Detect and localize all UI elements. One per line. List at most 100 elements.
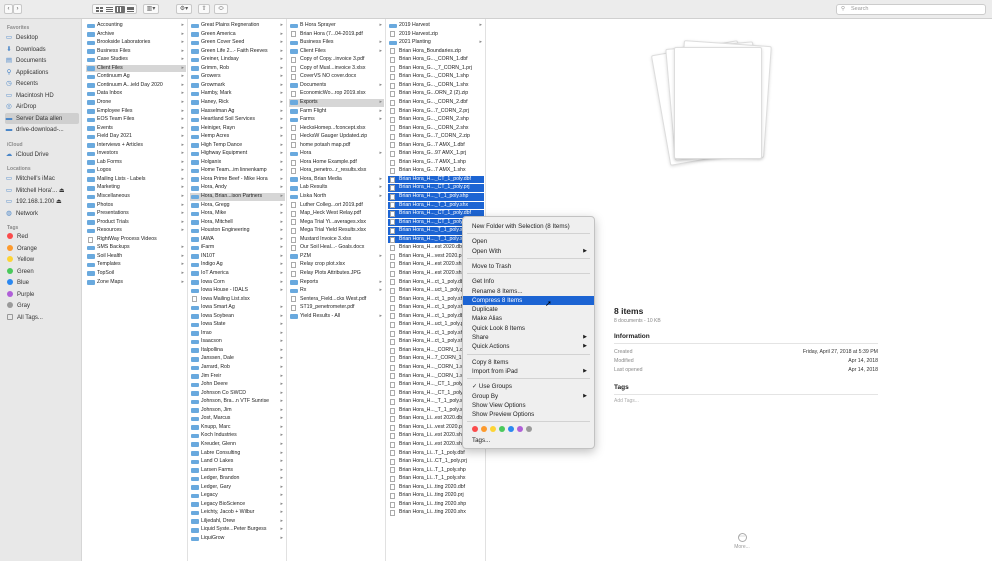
folder-row[interactable]: Farm Flight ▸: [289, 108, 384, 116]
tag-color-dot-icon[interactable]: [490, 426, 496, 433]
folder-row[interactable]: Green Cover Seed ▸: [190, 39, 285, 47]
folder-row[interactable]: Haney, Rick ▸: [190, 99, 285, 107]
folder-row[interactable]: Houston Engineering ▸: [190, 227, 285, 235]
folder-row[interactable]: Italpollina ▸: [190, 347, 285, 355]
folder-row[interactable]: Events ▸: [86, 125, 186, 133]
folder-row[interactable]: Rx ▸: [289, 287, 384, 295]
folder-row[interactable]: Knupp, Marc ▸: [190, 424, 285, 432]
file-row[interactable]: Luther Colleg...ort 2019.pdf: [289, 202, 384, 210]
menu-item-open[interactable]: Open: [463, 237, 594, 246]
folder-row[interactable]: PZM ▸: [289, 253, 384, 261]
file-row[interactable]: Brian Hora_G..._CORN_2.shp: [388, 116, 484, 124]
folder-row[interactable]: Leichty, Jacob + Wilbur ▸: [190, 509, 285, 517]
folder-row[interactable]: Resources ▸: [86, 227, 186, 235]
menu-item-show-view-options[interactable]: Show View Options: [463, 401, 594, 410]
view-mode-control[interactable]: [92, 4, 137, 14]
file-row[interactable]: Brian Hora_G...7_CORN_2.prj: [388, 108, 484, 116]
folder-row[interactable]: Isaacson ▸: [190, 338, 285, 346]
menu-item-show-preview-options[interactable]: Show Preview Options: [463, 410, 594, 419]
folder-row[interactable]: Iowa Corn ▸: [190, 279, 285, 287]
file-row[interactable]: Brian Hora_G...7 AMX_1.shp: [388, 159, 484, 167]
sidebar-item-recents[interactable]: ◷ Recents: [5, 78, 79, 89]
file-row[interactable]: Hora_penetro...r_results.xlsx: [289, 167, 384, 175]
sidebar-item-drive-download[interactable]: ▬ drive-download-...: [5, 124, 79, 135]
menu-item-import-from-ipad[interactable]: Import from iPad ▶: [463, 367, 594, 376]
file-row[interactable]: Copy of Musl...invoice 3.xlsx: [289, 65, 384, 73]
file-row[interactable]: Copy of Copy...invoice 3.pdf: [289, 56, 384, 64]
folder-row[interactable]: High Temp Dance ▸: [190, 142, 285, 150]
sidebar-item-macintosh-hd[interactable]: ▭ Macintosh HD: [5, 90, 79, 101]
sidebar-item-all-tags[interactable]: All Tags...: [5, 313, 79, 324]
file-row[interactable]: Mustard Invoice 3.xlsx: [289, 236, 384, 244]
folder-row[interactable]: Johnson, Jim ▸: [190, 407, 285, 415]
folder-row[interactable]: Janssen, Dale ▸: [190, 355, 285, 363]
folder-row[interactable]: Hamby, Mark ▸: [190, 90, 285, 98]
folder-row[interactable]: Hora, Gregg ▸: [190, 202, 285, 210]
file-row[interactable]: Brian Hora_Li...CT_1_poly.prj: [388, 458, 484, 466]
folder-row[interactable]: Hora, Mitchell ▸: [190, 219, 285, 227]
folder-row[interactable]: Hasselman Ag ▸: [190, 108, 285, 116]
folder-row[interactable]: Employee Files ▸: [86, 108, 186, 116]
folder-row[interactable]: Larsen Farms ▸: [190, 467, 285, 475]
folder-row[interactable]: Jarrard, Rob ▸: [190, 364, 285, 372]
folder-row[interactable]: Growmark ▸: [190, 82, 285, 90]
file-row[interactable]: Brian Hora_Li...ting 2020.dbf: [388, 484, 484, 492]
folder-row[interactable]: Zone Maps ▸: [86, 279, 186, 287]
menu-item-duplicate[interactable]: Duplicate: [463, 305, 594, 314]
folder-row[interactable]: Exports ▸: [289, 98, 384, 107]
folder-row[interactable]: Legacy BioScience ▸: [190, 501, 285, 509]
folder-row[interactable]: Hora, Mike ▸: [190, 210, 285, 218]
share-button[interactable]: ⇧: [198, 4, 210, 14]
folder-row[interactable]: Green America ▸: [190, 31, 285, 39]
folder-row[interactable]: Product Trials ▸: [86, 219, 186, 227]
menu-item-compress-8-items[interactable]: Compress 8 Items: [463, 295, 594, 305]
sidebar-item-network[interactable]: ◍ Network: [5, 208, 79, 219]
folder-row[interactable]: SMS Backups ▸: [86, 244, 186, 252]
file-row[interactable]: HecksW Gauger Updated.zip: [289, 133, 384, 141]
tags-button[interactable]: ⬭: [214, 4, 228, 14]
folder-row[interactable]: Iowa Smart Ag ▸: [190, 304, 285, 312]
file-row[interactable]: Brian Hora_Li...T_1_poly.dbf: [388, 450, 484, 458]
folder-row[interactable]: EOS Team Files ▸: [86, 116, 186, 124]
folder-row[interactable]: Kreuder, Glenn ▸: [190, 441, 285, 449]
folder-row[interactable]: Continuum A...ield Day 2020 ▸: [86, 82, 186, 90]
sidebar-item-airdrop[interactable]: ◎ AirDrop: [5, 101, 79, 112]
folder-row[interactable]: Logos ▸: [86, 167, 186, 175]
folder-row[interactable]: Lab Results ▸: [289, 184, 384, 192]
file-row[interactable]: CoverVS NO cover.docx: [289, 73, 384, 81]
sidebar-item-desktop[interactable]: ▭ Desktop: [5, 32, 79, 43]
folder-row[interactable]: Green Life 2...- Faith Reeves ▸: [190, 48, 285, 56]
folder-row[interactable]: TopSoil ▸: [86, 270, 186, 278]
menu-item-use-groups[interactable]: ✓ Use Groups: [463, 382, 594, 391]
sidebar-item-mitchell-s-imac[interactable]: ▭ Mitchell's iMac: [5, 173, 79, 184]
file-row[interactable]: Brian Hora_G...7 AMX_1.shx: [388, 167, 484, 175]
file-row[interactable]: Our Soil Heal...- Goals.docx: [289, 244, 384, 252]
folder-row[interactable]: John Deere ▸: [190, 381, 285, 389]
folder-row[interactable]: Field Day 2021 ▸: [86, 133, 186, 141]
folder-row[interactable]: Growers ▸: [190, 73, 285, 81]
tag-color-dot-icon[interactable]: [499, 426, 505, 433]
folder-row[interactable]: Hora, Brian Media ▸: [289, 176, 384, 184]
folder-row[interactable]: Heartland Soil Services ▸: [190, 116, 285, 124]
file-row[interactable]: Brian Hora_Boundaries.zip: [388, 48, 484, 56]
folder-row[interactable]: Client Files ▸: [289, 48, 384, 56]
folder-row[interactable]: Data Inbox ▸: [86, 90, 186, 98]
tag-color-dot-icon[interactable]: [481, 426, 487, 433]
folder-row[interactable]: Case Studies ▸: [86, 56, 186, 64]
folder-row[interactable]: Iowa Soybean ▸: [190, 313, 285, 321]
folder-row[interactable]: Liljedahl, Drew ▸: [190, 518, 285, 526]
folder-row[interactable]: 2021 Planting ▸: [388, 39, 484, 47]
file-row[interactable]: Mega Trial Yield Results.xlsx: [289, 227, 384, 235]
file-row[interactable]: Brian Hora_H..._CT_1_poly.prj: [388, 184, 484, 193]
menu-item-new-folder-with-selection-8-items[interactable]: New Folder with Selection (8 Items): [463, 222, 594, 231]
folder-row[interactable]: Presentations ▸: [86, 210, 186, 218]
file-row[interactable]: Brian Hora_Li...T_1_poly.shp: [388, 467, 484, 475]
tag-color-dot-icon[interactable]: [472, 426, 478, 433]
back-button[interactable]: ‹: [4, 4, 13, 14]
file-row[interactable]: Brian Hora_H..._CT_1_poly.dbf: [388, 175, 484, 184]
file-row[interactable]: Brian Hora_G..._CORN_1.dbf: [388, 56, 484, 64]
folder-row[interactable]: LiquiGrow ▸: [190, 535, 285, 543]
file-row[interactable]: Brian Hora (7...04-2019.pdf: [289, 31, 384, 39]
folder-row[interactable]: Home Team...im linnenkamp ▸: [190, 167, 285, 175]
tag-color-dot-icon[interactable]: [508, 426, 514, 433]
